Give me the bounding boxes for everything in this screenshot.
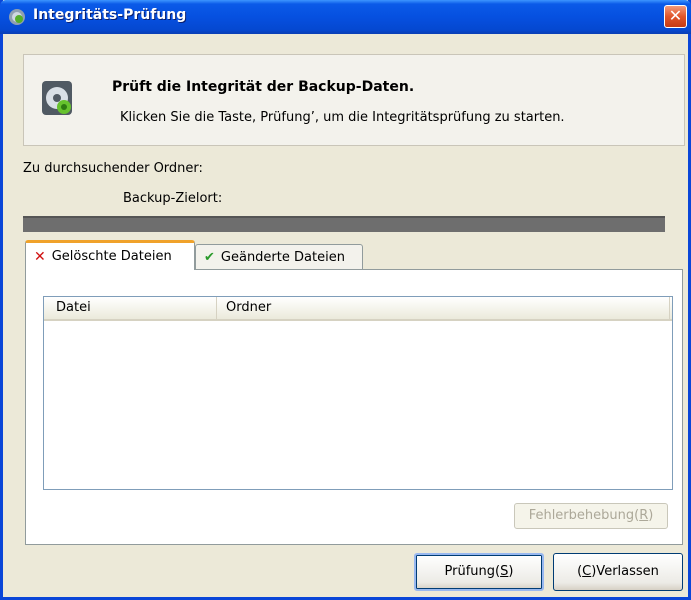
- list-header: Datei Ordner: [44, 297, 672, 321]
- exit-hotkey: C: [582, 564, 592, 579]
- fix-label: Fehlerbehebung(: [528, 508, 640, 523]
- header-title: Prüft die Integrität der Backup-Daten.: [112, 79, 415, 95]
- column-header-file[interactable]: Datei: [44, 297, 217, 319]
- check-label: Prüfung(: [444, 564, 501, 579]
- close-icon: ✕: [668, 6, 683, 25]
- title-bar[interactable]: Integritäts-Prüfung ✕: [0, 0, 691, 34]
- tab-deleted-files[interactable]: ✕ Gelöschte Dateien: [25, 240, 195, 270]
- progress-bar: [23, 216, 665, 232]
- exit-label: )Verlassen: [591, 564, 659, 579]
- fix-errors-button[interactable]: Fehlerbehebung(R): [514, 503, 668, 529]
- progress-fill: [23, 218, 665, 232]
- tab-label: Gelöschte Dateien: [51, 249, 172, 264]
- window-title: Integritäts-Prüfung: [33, 7, 187, 23]
- info-header: Prüft die Integrität der Backup-Daten. K…: [23, 54, 685, 146]
- backup-disk-icon: [42, 81, 72, 115]
- header-description: Klicken Sie die Taste, Prüfung’, um die …: [120, 110, 565, 125]
- tab-label: Geänderte Dateien: [220, 249, 345, 265]
- x-icon: ✕: [34, 248, 46, 265]
- app-icon: [9, 9, 25, 25]
- fix-hotkey: R: [639, 508, 649, 523]
- check-button[interactable]: Prüfung(S): [414, 553, 544, 591]
- close-button[interactable]: ✕: [664, 5, 687, 28]
- check-label-end: ): [508, 564, 514, 579]
- tab-changed-files[interactable]: ✔ Geänderte Dateien: [195, 244, 363, 270]
- tab-panel: Datei Ordner Fehlerbehebung(R): [25, 269, 683, 545]
- check-icon: ✔: [204, 249, 215, 265]
- file-list[interactable]: Datei Ordner: [43, 296, 673, 490]
- backup-target-label: Backup-Zielort:: [123, 191, 223, 206]
- exit-button[interactable]: (C)Verlassen: [553, 553, 683, 591]
- fix-label-end: ): [648, 508, 654, 523]
- folder-label: Zu durchsuchender Ordner:: [23, 161, 203, 176]
- column-header-folder[interactable]: Ordner: [217, 297, 670, 319]
- dialog-window: Integritäts-Prüfung ✕ Prüft die Integrit…: [0, 0, 691, 600]
